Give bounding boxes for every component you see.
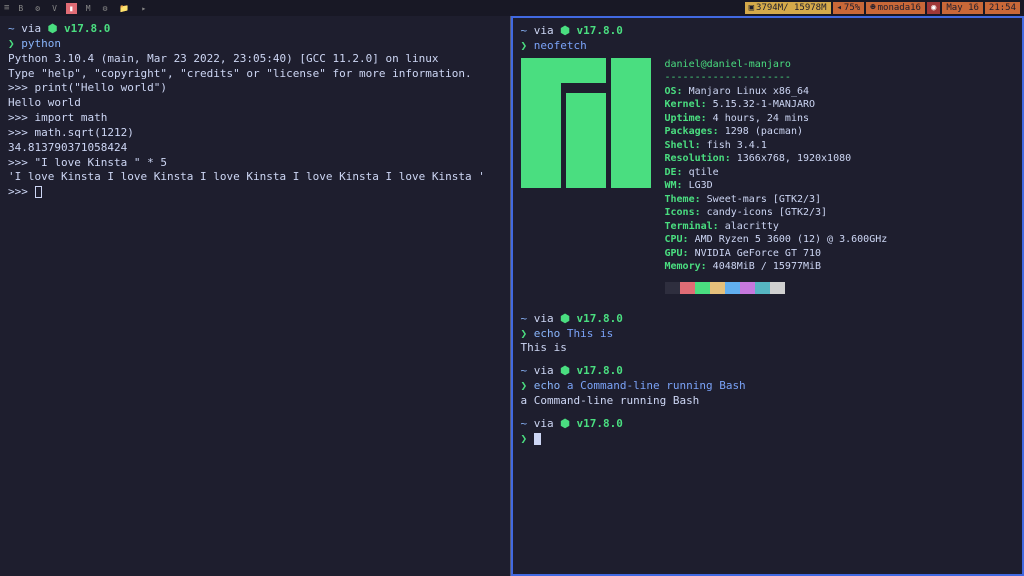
color-swatch — [665, 282, 680, 294]
menu-icon[interactable]: ≡ — [4, 3, 9, 13]
nf-entry: Resolution: 1366x768, 1920x1080 — [665, 152, 888, 166]
cmd-line: ❯ python — [8, 37, 502, 52]
nf-entry: Memory: 4048MiB / 15977MiB — [665, 260, 888, 274]
prompt-line-r2: ~ via ⬢ v17.8.0 — [521, 312, 1015, 327]
repl-out-3: 34.813790371058424 — [8, 141, 502, 156]
right-terminal[interactable]: ~ via ⬢ v17.8.0 ❯ neofetch daniel@daniel… — [511, 16, 1024, 576]
repl-out-4: 'I love Kinsta I love Kinsta I love Kins… — [8, 170, 502, 185]
nf-entry: DE: qtile — [665, 166, 888, 180]
nf-entry: Icons: candy-icons [GTK2/3] — [665, 206, 888, 220]
color-swatch — [695, 282, 710, 294]
repl-line-2: >>> import math — [8, 111, 502, 126]
cursor-icon — [35, 186, 42, 198]
status-right: ▣ 3794M/ 15978M ◂ 75% ☻ monada16 ◉ May 1… — [745, 2, 1020, 14]
repl-line-1: >>> print("Hello world") — [8, 81, 502, 96]
nf-entry: WM: LG3D — [665, 179, 888, 193]
color-swatch — [770, 282, 785, 294]
python-help: Type "help", "copyright", "credits" or "… — [8, 67, 502, 82]
cmd-echo2: ❯ echo a Command-line running Bash — [521, 379, 1015, 394]
prompt-line: ~ via ⬢ v17.8.0 — [8, 22, 502, 37]
nf-dashes: --------------------- — [665, 71, 888, 85]
color-swatch — [755, 282, 770, 294]
left-terminal[interactable]: ~ via ⬢ v17.8.0 ❯ python Python 3.10.4 (… — [0, 16, 511, 576]
out-echo2: a Command-line running Bash — [521, 394, 1015, 409]
color-swatch — [680, 282, 695, 294]
workspace-7[interactable]: 📁 — [116, 3, 132, 14]
manjaro-logo-icon — [521, 58, 651, 188]
memory-status: ▣ 3794M/ 15978M — [745, 2, 831, 14]
nf-entry: Shell: fish 3.4.1 — [665, 139, 888, 153]
repl-out-1: Hello world — [8, 96, 502, 111]
cmd-echo1: ❯ echo This is — [521, 327, 1015, 342]
color-swatch — [725, 282, 740, 294]
workspace-list: ≡ B ⚙ V ▮ M ⚙ 📁 ▸ — [4, 3, 149, 14]
repl-line-4: >>> "I love Kinsta " * 5 — [8, 156, 502, 171]
python-banner: Python 3.10.4 (main, Mar 23 2022, 23:05:… — [8, 52, 502, 67]
cmd-neofetch: ❯ neofetch — [521, 39, 1015, 54]
repl-cursor-line: >>> — [8, 185, 502, 200]
workspace-5[interactable]: M — [83, 3, 94, 14]
nf-entry: Packages: 1298 (pacman) — [665, 125, 888, 139]
nf-entry: Uptime: 4 hours, 24 mins — [665, 112, 888, 126]
active-prompt: ❯ — [521, 432, 1015, 447]
prompt-line-r3: ~ via ⬢ v17.8.0 — [521, 364, 1015, 379]
nf-entry: CPU: AMD Ryzen 5 3600 (12) @ 3.600GHz — [665, 233, 888, 247]
nf-entry: Theme: Sweet-mars [GTK2/3] — [665, 193, 888, 207]
time-status: 21:54 — [985, 2, 1020, 14]
color-palette — [665, 282, 1015, 294]
repl-line-3: >>> math.sqrt(1212) — [8, 126, 502, 141]
workspace-8[interactable]: ▸ — [138, 3, 149, 14]
nf-userhost: daniel@daniel-manjaro — [665, 58, 888, 72]
prompt-line-r1: ~ via ⬢ v17.8.0 — [521, 24, 1015, 39]
color-swatch — [710, 282, 725, 294]
nf-entry: OS: Manjaro Linux x86_64 — [665, 85, 888, 99]
memory-icon: ▣ — [749, 3, 754, 13]
nf-entry: Terminal: alacritty — [665, 220, 888, 234]
prompt-line-r4: ~ via ⬢ v17.8.0 — [521, 417, 1015, 432]
color-swatch — [740, 282, 755, 294]
workspace-4[interactable]: ▮ — [66, 3, 77, 14]
neofetch-info: daniel@daniel-manjaro ------------------… — [665, 58, 888, 274]
user-icon: ☻ — [870, 3, 875, 13]
date-status: May 16 — [942, 2, 983, 14]
terminal-split: ~ via ⬢ v17.8.0 ❯ python Python 3.10.4 (… — [0, 16, 1024, 576]
workspace-1[interactable]: B — [15, 3, 26, 14]
nf-entry: Kernel: 5.15.32-1-MANJARO — [665, 98, 888, 112]
top-status-bar: ≡ B ⚙ V ▮ M ⚙ 📁 ▸ ▣ 3794M/ 15978M ◂ 75% … — [0, 0, 1024, 16]
workspace-3[interactable]: V — [49, 3, 60, 14]
battery-icon: ◂ — [837, 3, 842, 13]
out-echo1: This is — [521, 341, 1015, 356]
user-status: ☻ monada16 — [866, 2, 925, 14]
workspace-6[interactable]: ⚙ — [100, 3, 111, 14]
neofetch-output: daniel@daniel-manjaro ------------------… — [521, 58, 1015, 274]
cursor-solid-icon — [534, 433, 541, 445]
workspace-2[interactable]: ⚙ — [32, 3, 43, 14]
battery-status: ◂ 75% — [833, 2, 865, 14]
ubuntu-icon: ◉ — [927, 2, 940, 14]
nf-entry: GPU: NVIDIA GeForce GT 710 — [665, 247, 888, 261]
